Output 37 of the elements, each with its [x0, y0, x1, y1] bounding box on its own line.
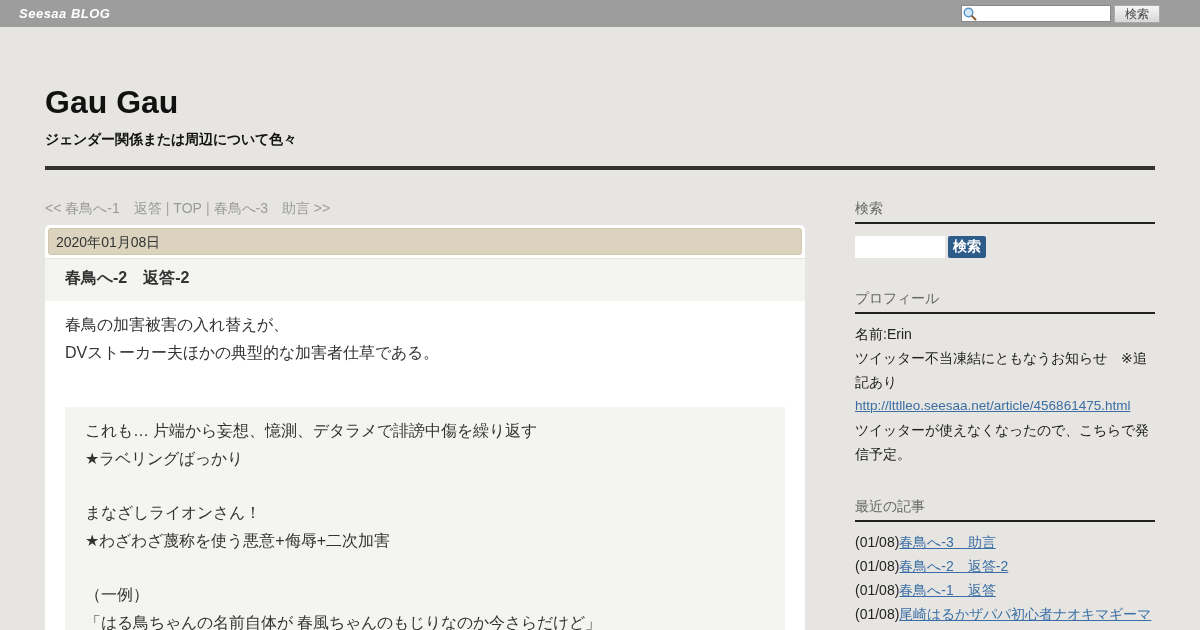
profile-text: 名前:Erin — [855, 325, 913, 344]
article-title[interactable]: 春鳥へ-2 返答-2 — [45, 258, 805, 301]
site-logo[interactable]: Seesaa BLOG — [19, 6, 111, 21]
recent-article-link[interactable]: 尾崎はるかザパパ初心者ナオキマギーマ — [899, 606, 1152, 622]
article-date: (01/08) — [855, 606, 900, 622]
nav-separator: | — [204, 200, 211, 218]
article-text: 春鳥の加害被害の入れ替えが、 — [65, 315, 290, 335]
profile-link[interactable]: http://lttlleo.seesaa.net/article/456861475.html — [855, 394, 1155, 418]
blog-subtitle: ジェンダー関係または周辺について色々 — [45, 131, 298, 149]
profile-text: ツイッターが使えなくなったので、こちらで発信予定。 — [855, 421, 1150, 464]
recent-article-link[interactable]: 春鳥へ-3 助言 — [899, 534, 996, 550]
date-bar: 2020年01月08日 — [48, 228, 802, 255]
recent-article-link[interactable]: 春鳥へ-1 返答 — [899, 582, 996, 598]
search-button[interactable]: 検索 — [948, 236, 986, 258]
quote-text: ★ラベリングばっかり — [85, 449, 245, 469]
recent-article-link[interactable]: 春鳥へ-2 返答-2 — [899, 558, 1009, 574]
search-button[interactable]: 検索 — [1114, 4, 1160, 23]
nav-link[interactable]: << 春鳥へ-1 返答 — [45, 200, 162, 222]
article-text: DVストーカー夫ほかの典型的な加害者仕草である。 — [65, 343, 441, 363]
article-date: (01/08) — [855, 558, 900, 574]
nav-separator: | — [164, 200, 171, 218]
sidebar-heading: プロフィール — [855, 290, 1155, 314]
profile-text: ツイッター不当凍結にともなうお知らせ ※追記あり — [855, 349, 1148, 392]
nav-link[interactable]: 春鳥へ-3 助言 >> — [213, 200, 331, 222]
blog-title[interactable]: Gau Gau — [45, 84, 1155, 120]
quote-text: ★わざわざ蔑称を使う悪意+侮辱+二次加害 — [85, 531, 392, 551]
search-icon — [963, 6, 977, 21]
sidebar-heading: 検索 — [855, 200, 1155, 224]
article-date: (01/08) — [855, 582, 900, 598]
search-field[interactable] — [855, 236, 945, 258]
quote-text: これも… 片端から妄想、憶測、デタラメで誹謗中傷を繰り返す — [85, 421, 539, 441]
nav-link[interactable]: TOP — [173, 200, 202, 222]
article-date: (01/08) — [855, 534, 900, 550]
sidebar-heading: 最近の記事 — [855, 498, 1155, 522]
search-field[interactable] — [961, 5, 1111, 22]
quote-text: まなざしライオンさん！ — [85, 503, 262, 523]
quote-text: （一例） — [85, 585, 150, 605]
